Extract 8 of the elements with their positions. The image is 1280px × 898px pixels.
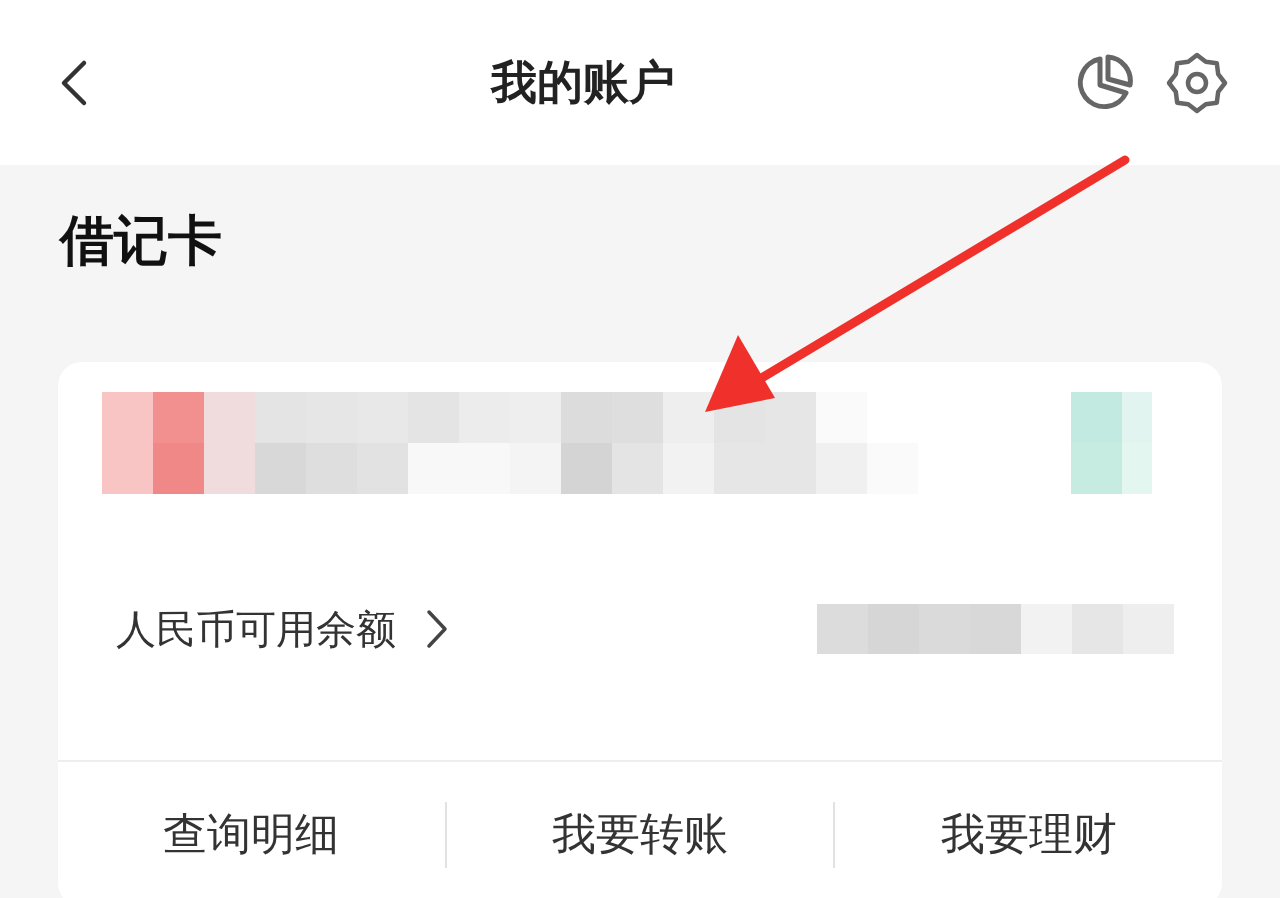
chevron-right-icon: [426, 609, 448, 649]
action-button[interactable]: 我要理财: [835, 805, 1222, 864]
settings-icon[interactable]: [1166, 51, 1228, 114]
action-button[interactable]: 查询明细: [58, 805, 445, 864]
section-title: 借记卡: [60, 208, 222, 274]
action-button[interactable]: 我要转账: [446, 805, 834, 864]
balance-link[interactable]: 人民币可用余额: [116, 601, 448, 657]
page-title: 我的账户: [491, 53, 675, 111]
